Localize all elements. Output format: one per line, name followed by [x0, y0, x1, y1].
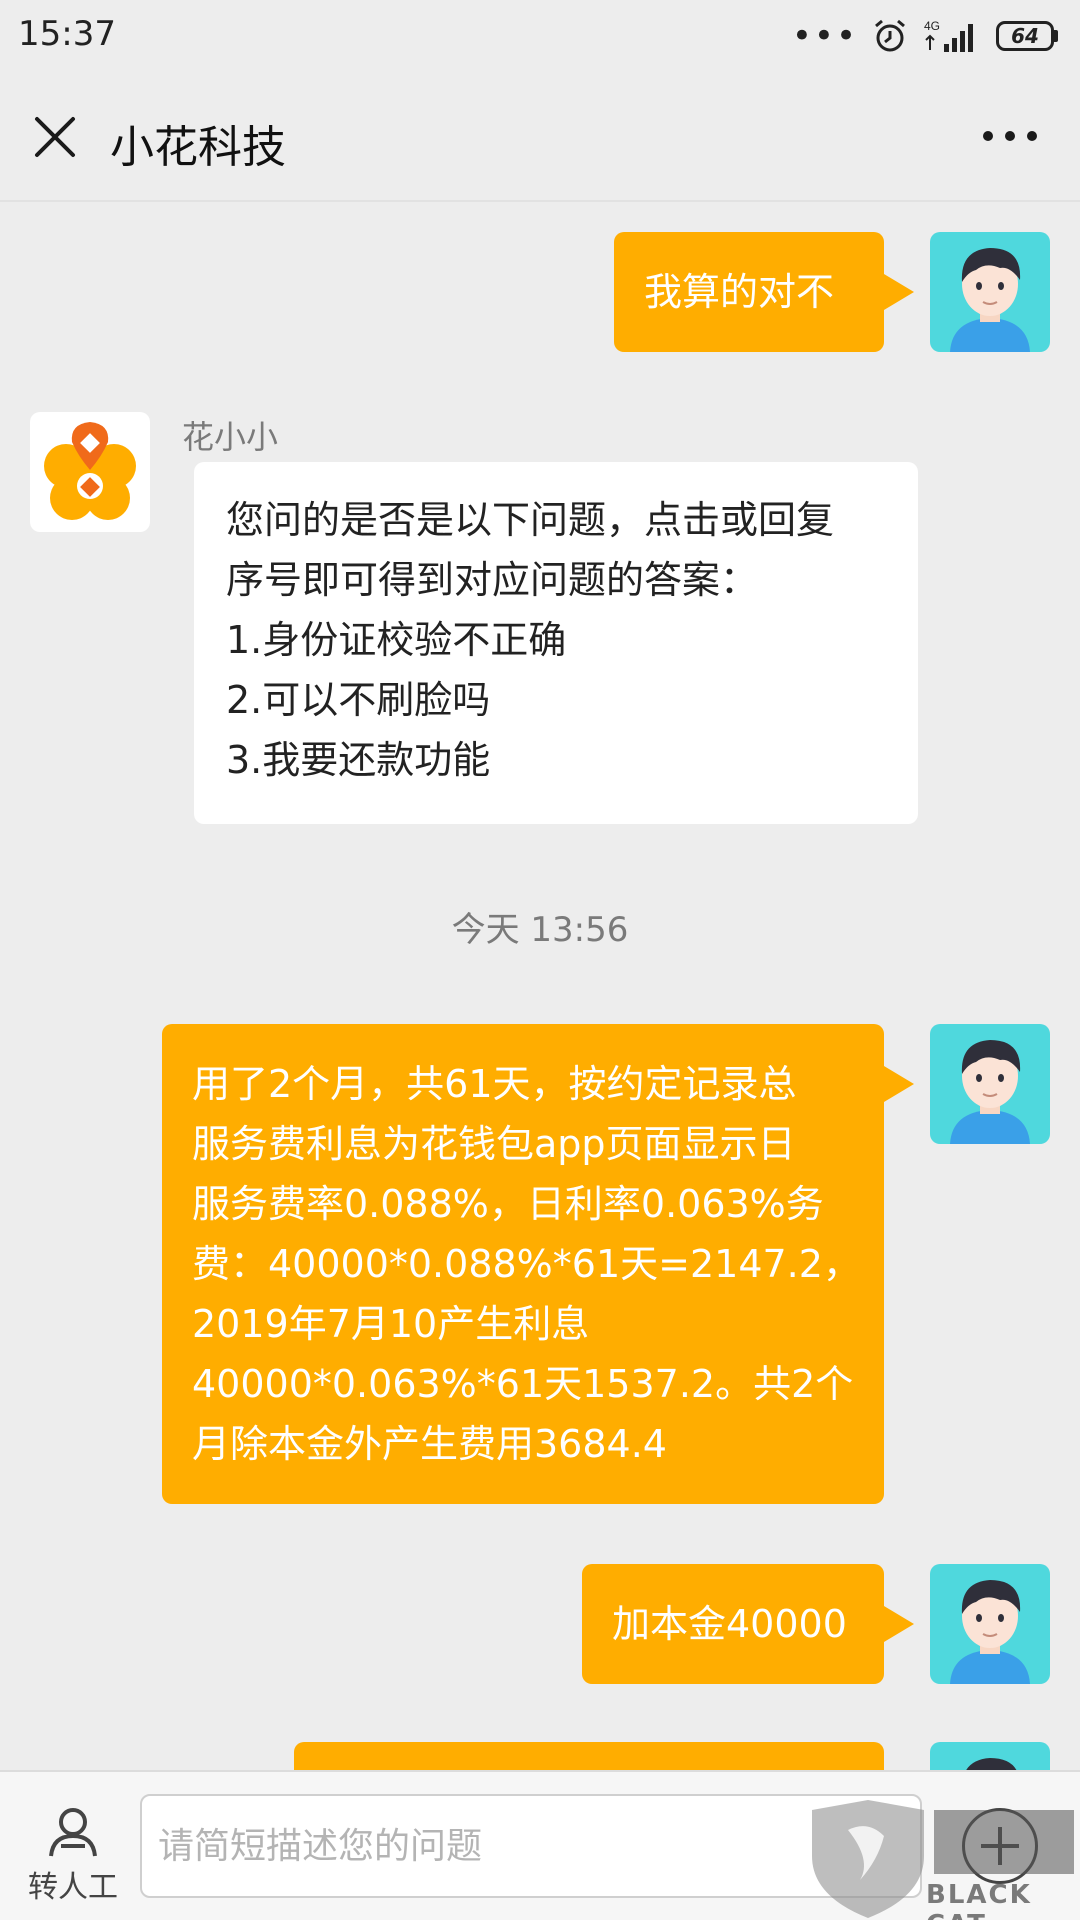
user-avatar[interactable] — [930, 1564, 1050, 1684]
page-title: 小花科技 — [110, 122, 286, 173]
status-bar: 15:37 ••• 4G 64 — [0, 0, 1080, 76]
outgoing-message[interactable]: 用了2个月，共61天，按约定记录总 服务费利息为花钱包app页面显示日 服务费率… — [162, 1024, 914, 1504]
more-options-icon[interactable] — [980, 124, 1040, 148]
faq-option[interactable]: 3.我要还款功能 — [226, 730, 886, 790]
message-line: 您问的是否是以下问题，点击或回复 — [226, 498, 835, 542]
outgoing-message-partial[interactable] — [294, 1742, 884, 1770]
battery-level: 64 — [996, 21, 1054, 51]
transfer-to-agent-button[interactable]: 转人工 — [18, 1806, 128, 1906]
agent-icon — [49, 1808, 97, 1857]
user-avatar[interactable] — [930, 1742, 1050, 1770]
faq-option[interactable]: 1.身份证校验不正确 — [226, 610, 886, 670]
user-avatar-icon — [966, 1758, 1017, 1770]
user-avatar-icon — [950, 248, 1030, 352]
outgoing-message[interactable]: 我算的对不 — [614, 232, 914, 352]
svg-text:4G: 4G — [924, 19, 940, 33]
user-avatar-icon — [950, 1580, 1030, 1684]
more-notifications-icon: ••• — [791, 16, 858, 56]
user-avatar-icon — [950, 1040, 1030, 1144]
signal-icon: 4G — [924, 19, 973, 52]
outgoing-message[interactable]: 加本金40000 — [582, 1564, 914, 1684]
battery-icon: 64 — [996, 21, 1058, 51]
transfer-label: 转人工 — [28, 1870, 118, 1905]
sender-name: 花小小 — [182, 418, 279, 456]
alarm-icon — [875, 19, 905, 52]
user-avatar[interactable] — [930, 232, 1050, 352]
chat-area[interactable]: 我算的对不 花小小 您问的是否是以下问题，点击或回复 序号即可得到对应问题的答案… — [0, 202, 1080, 1770]
time-divider: 今天 13:56 — [451, 910, 629, 950]
close-icon[interactable] — [30, 112, 80, 162]
nav-bar: 小花科技 — [0, 76, 1080, 202]
watermark: BLACK CAT — [808, 1800, 1080, 1920]
message-input[interactable] — [140, 1794, 922, 1898]
faq-option[interactable]: 2.可以不刷脸吗 — [226, 670, 886, 730]
status-icons: ••• 4G 64 — [792, 16, 1058, 56]
user-avatar[interactable] — [930, 1024, 1050, 1144]
message-line: 序号即可得到对应问题的答案： — [226, 558, 759, 602]
status-time: 15:37 — [18, 14, 116, 54]
flower-logo-icon — [44, 422, 136, 520]
bot-avatar[interactable] — [30, 412, 150, 532]
watermark-text: BLACK CAT — [926, 1880, 1032, 1920]
incoming-message[interactable]: 您问的是否是以下问题，点击或回复 序号即可得到对应问题的答案： 1.身份证校验不… — [194, 462, 918, 824]
